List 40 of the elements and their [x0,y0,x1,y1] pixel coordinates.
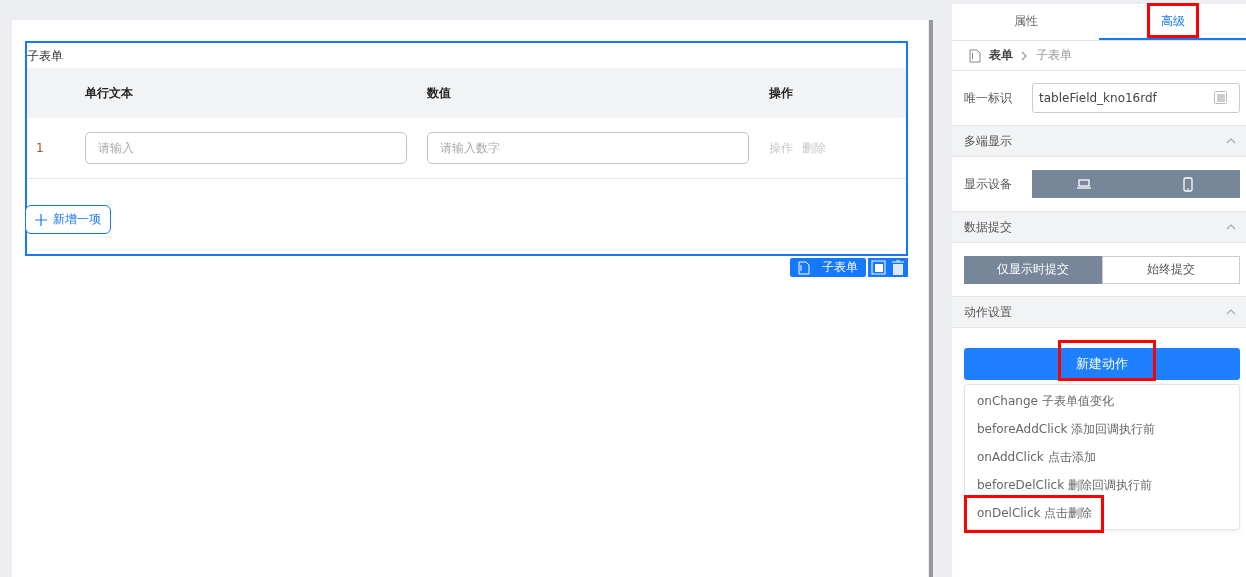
row-number: 1 [35,141,45,155]
trash-icon[interactable] [891,259,905,276]
section-header[interactable]: 数据提交 [952,211,1246,243]
menu-item[interactable]: beforeAddClick 添加回调执行前 [965,415,1239,443]
menu-item[interactable]: beforeDelClick 删除回调执行前 [965,471,1239,499]
device-toggle[interactable] [1136,170,1240,198]
new-action-button[interactable]: 新建动作 [964,348,1240,380]
section-header[interactable]: 动作设置 [952,296,1246,328]
add-item-button[interactable]: 新增一项 [25,205,111,234]
menu-item[interactable]: onDelClick 点击删除 [965,499,1239,527]
subform-label: 子表单 [27,48,64,65]
column-header: 单行文本 [85,84,134,102]
menu-item[interactable]: onAddClick 点击添加 [965,443,1239,471]
device-toggle[interactable] [1032,170,1136,198]
copy-icon[interactable] [1214,91,1228,105]
document-icon [969,48,981,63]
tab[interactable]: 高级 [1099,4,1246,40]
plus-icon [35,213,47,226]
phone-icon [1183,176,1193,192]
section-title: 多端显示 [964,132,1012,150]
submit-option[interactable]: 仅显示时提交 [964,255,1102,284]
field-label: 显示设备 [964,175,1013,193]
component-tag: 子表单 [790,258,866,277]
submit-option[interactable]: 始终提交 [1102,255,1240,284]
id-field[interactable]: tableField_kno16rdf [1032,83,1240,113]
field-label: 唯一标识 [964,89,1013,107]
section-title: 动作设置 [964,303,1012,321]
section-title: 数据提交 [964,218,1012,236]
breadcrumb-item[interactable]: 表单 [989,47,1013,64]
chevron-right-icon [1021,50,1028,61]
column-header: 操作 [769,84,794,102]
tab[interactable]: 属性 [952,4,1099,40]
column-header: 数值 [427,84,452,102]
input-field[interactable]: 请输入 [85,132,407,164]
copy-icon[interactable] [871,259,887,276]
document-icon [798,260,810,275]
laptop-icon [1077,179,1091,189]
menu-item[interactable]: onChange 子表单值变化 [965,387,1239,415]
section-header[interactable]: 多端显示 [952,125,1246,157]
input-field[interactable]: 请输入数字 [427,132,749,164]
